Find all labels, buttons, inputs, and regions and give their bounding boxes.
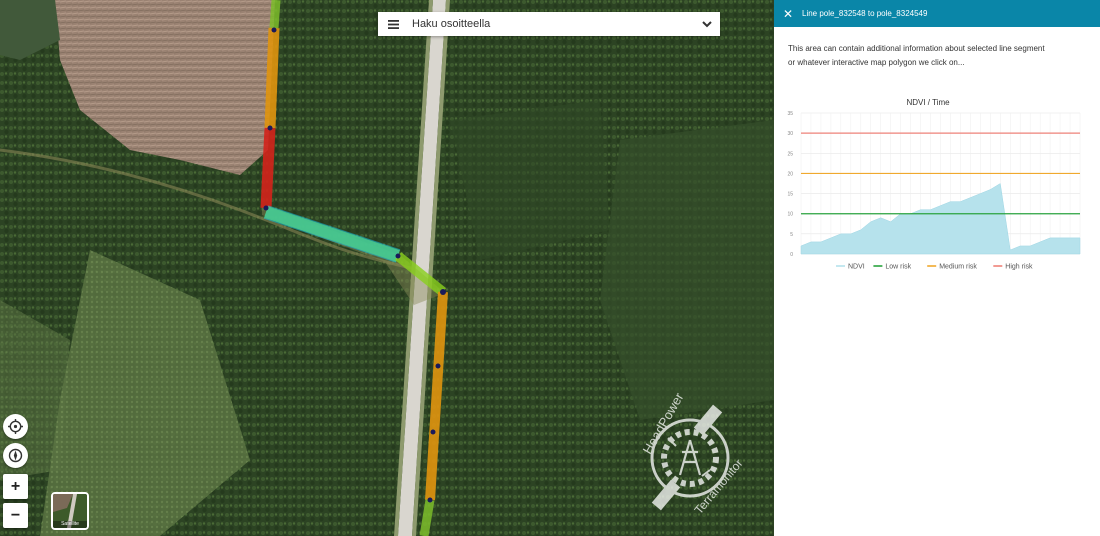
compass-icon xyxy=(8,448,23,463)
locate-me-button[interactable] xyxy=(3,414,28,439)
legend-item-medium-risk[interactable]: Medium risk xyxy=(927,264,977,271)
panel-header: ✕ Line pole_832548 to pole_8324549 xyxy=(774,0,1100,27)
panel-title: Line pole_832548 to pole_8324549 xyxy=(802,9,928,18)
y-tick-label-4: 20 xyxy=(787,171,793,177)
legend-label: High risk xyxy=(1005,264,1033,271)
chart-legend[interactable]: NDVI Low risk Medium risk High risk xyxy=(836,264,1033,271)
layer-switcher-button[interactable]: Satellite xyxy=(51,492,89,530)
panel-info-line-1: This area can contain additional informa… xyxy=(788,44,1045,53)
y-tick-label-0: 0 xyxy=(790,252,793,258)
legend-item-high-risk[interactable]: High risk xyxy=(993,264,1033,271)
y-tick-label-2: 10 xyxy=(787,212,793,218)
ndvi-chart: NDVI / Time 0 5 10 15 20 25 30 35 NDVI Low risk M… xyxy=(787,98,1081,271)
layer-label: Satellite xyxy=(53,521,87,528)
compass-button[interactable] xyxy=(3,443,28,468)
y-axis-ticks: 0 5 10 15 20 25 30 35 xyxy=(787,111,793,258)
map-view[interactable]: HeadPower Terramonitor Haku osoitteella … xyxy=(0,0,774,536)
search-label[interactable]: Haku osoitteella xyxy=(408,18,694,30)
legend-label: Medium risk xyxy=(939,264,977,271)
crosshair-icon xyxy=(8,419,23,434)
chart-title: NDVI / Time xyxy=(906,98,950,107)
panel-info-text: This area can contain additional informa… xyxy=(788,42,1068,69)
legend-label: Low risk xyxy=(885,264,911,271)
zoom-out-button[interactable]: − xyxy=(3,503,28,528)
satellite-imagery[interactable]: HeadPower Terramonitor xyxy=(0,0,774,536)
legend-label: NDVI xyxy=(848,264,865,271)
y-tick-label-1: 5 xyxy=(790,232,793,238)
y-tick-label-7: 35 xyxy=(787,111,793,117)
address-search-bar[interactable]: Haku osoitteella xyxy=(378,12,720,36)
zoom-in-button[interactable]: + xyxy=(3,474,28,499)
menu-icon[interactable] xyxy=(378,12,408,36)
y-tick-label-3: 15 xyxy=(787,192,793,198)
legend-item-low-risk[interactable]: Low risk xyxy=(873,264,912,271)
y-tick-label-5: 25 xyxy=(787,151,793,157)
legend-item-ndvi[interactable]: NDVI xyxy=(836,264,865,271)
chevron-down-icon[interactable] xyxy=(694,12,720,36)
y-tick-label-6: 30 xyxy=(787,131,793,137)
panel-info-line-2: or whatever interactive map polygon we c… xyxy=(788,57,965,67)
close-icon[interactable]: ✕ xyxy=(774,0,802,27)
